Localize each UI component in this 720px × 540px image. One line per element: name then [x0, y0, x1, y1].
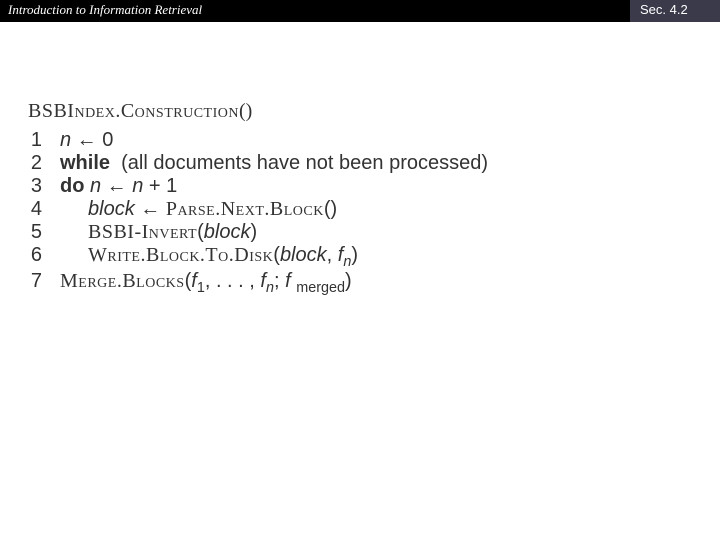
algo-line: 2while (all documents have not been proc… — [28, 152, 488, 175]
line-number: 2 — [28, 152, 60, 175]
algo-line: 4block ← Parse.Next.Block() — [28, 198, 488, 221]
line-number: 7 — [28, 270, 60, 296]
line-code: n ← 0 — [60, 129, 488, 152]
line-code: do n ← n + 1 — [60, 175, 488, 198]
algorithm-name: BSBIndex.Construction — [28, 100, 239, 122]
algorithm-block: BSBIndex.Construction() 1n ← 02while (al… — [28, 100, 692, 296]
line-code: Write.Block.To.Disk(block, fn) — [60, 244, 488, 270]
line-code: BSBI-Invert(block) — [60, 221, 488, 244]
algorithm-title: BSBIndex.Construction() — [28, 100, 692, 123]
algorithm-lines: 1n ← 02while (all documents have not bee… — [28, 129, 488, 296]
algo-line: 6Write.Block.To.Disk(block, fn) — [28, 244, 488, 270]
algo-line: 1n ← 0 — [28, 129, 488, 152]
line-code: Merge.Blocks(f1, . . . , fn; f merged) — [60, 270, 488, 296]
algo-line: 3do n ← n + 1 — [28, 175, 488, 198]
line-number: 1 — [28, 129, 60, 152]
slide-header: Introduction to Information Retrieval Se… — [0, 0, 720, 22]
header-title: Introduction to Information Retrieval — [0, 0, 630, 22]
line-number: 5 — [28, 221, 60, 244]
line-number: 3 — [28, 175, 60, 198]
line-number: 6 — [28, 244, 60, 270]
header-section: Sec. 4.2 — [630, 0, 720, 22]
algo-line: 5BSBI-Invert(block) — [28, 221, 488, 244]
algorithm-parens: () — [239, 100, 252, 122]
line-code: block ← Parse.Next.Block() — [60, 198, 488, 221]
line-code: while (all documents have not been proce… — [60, 152, 488, 175]
algo-line: 7Merge.Blocks(f1, . . . , fn; f merged) — [28, 270, 488, 296]
line-number: 4 — [28, 198, 60, 221]
